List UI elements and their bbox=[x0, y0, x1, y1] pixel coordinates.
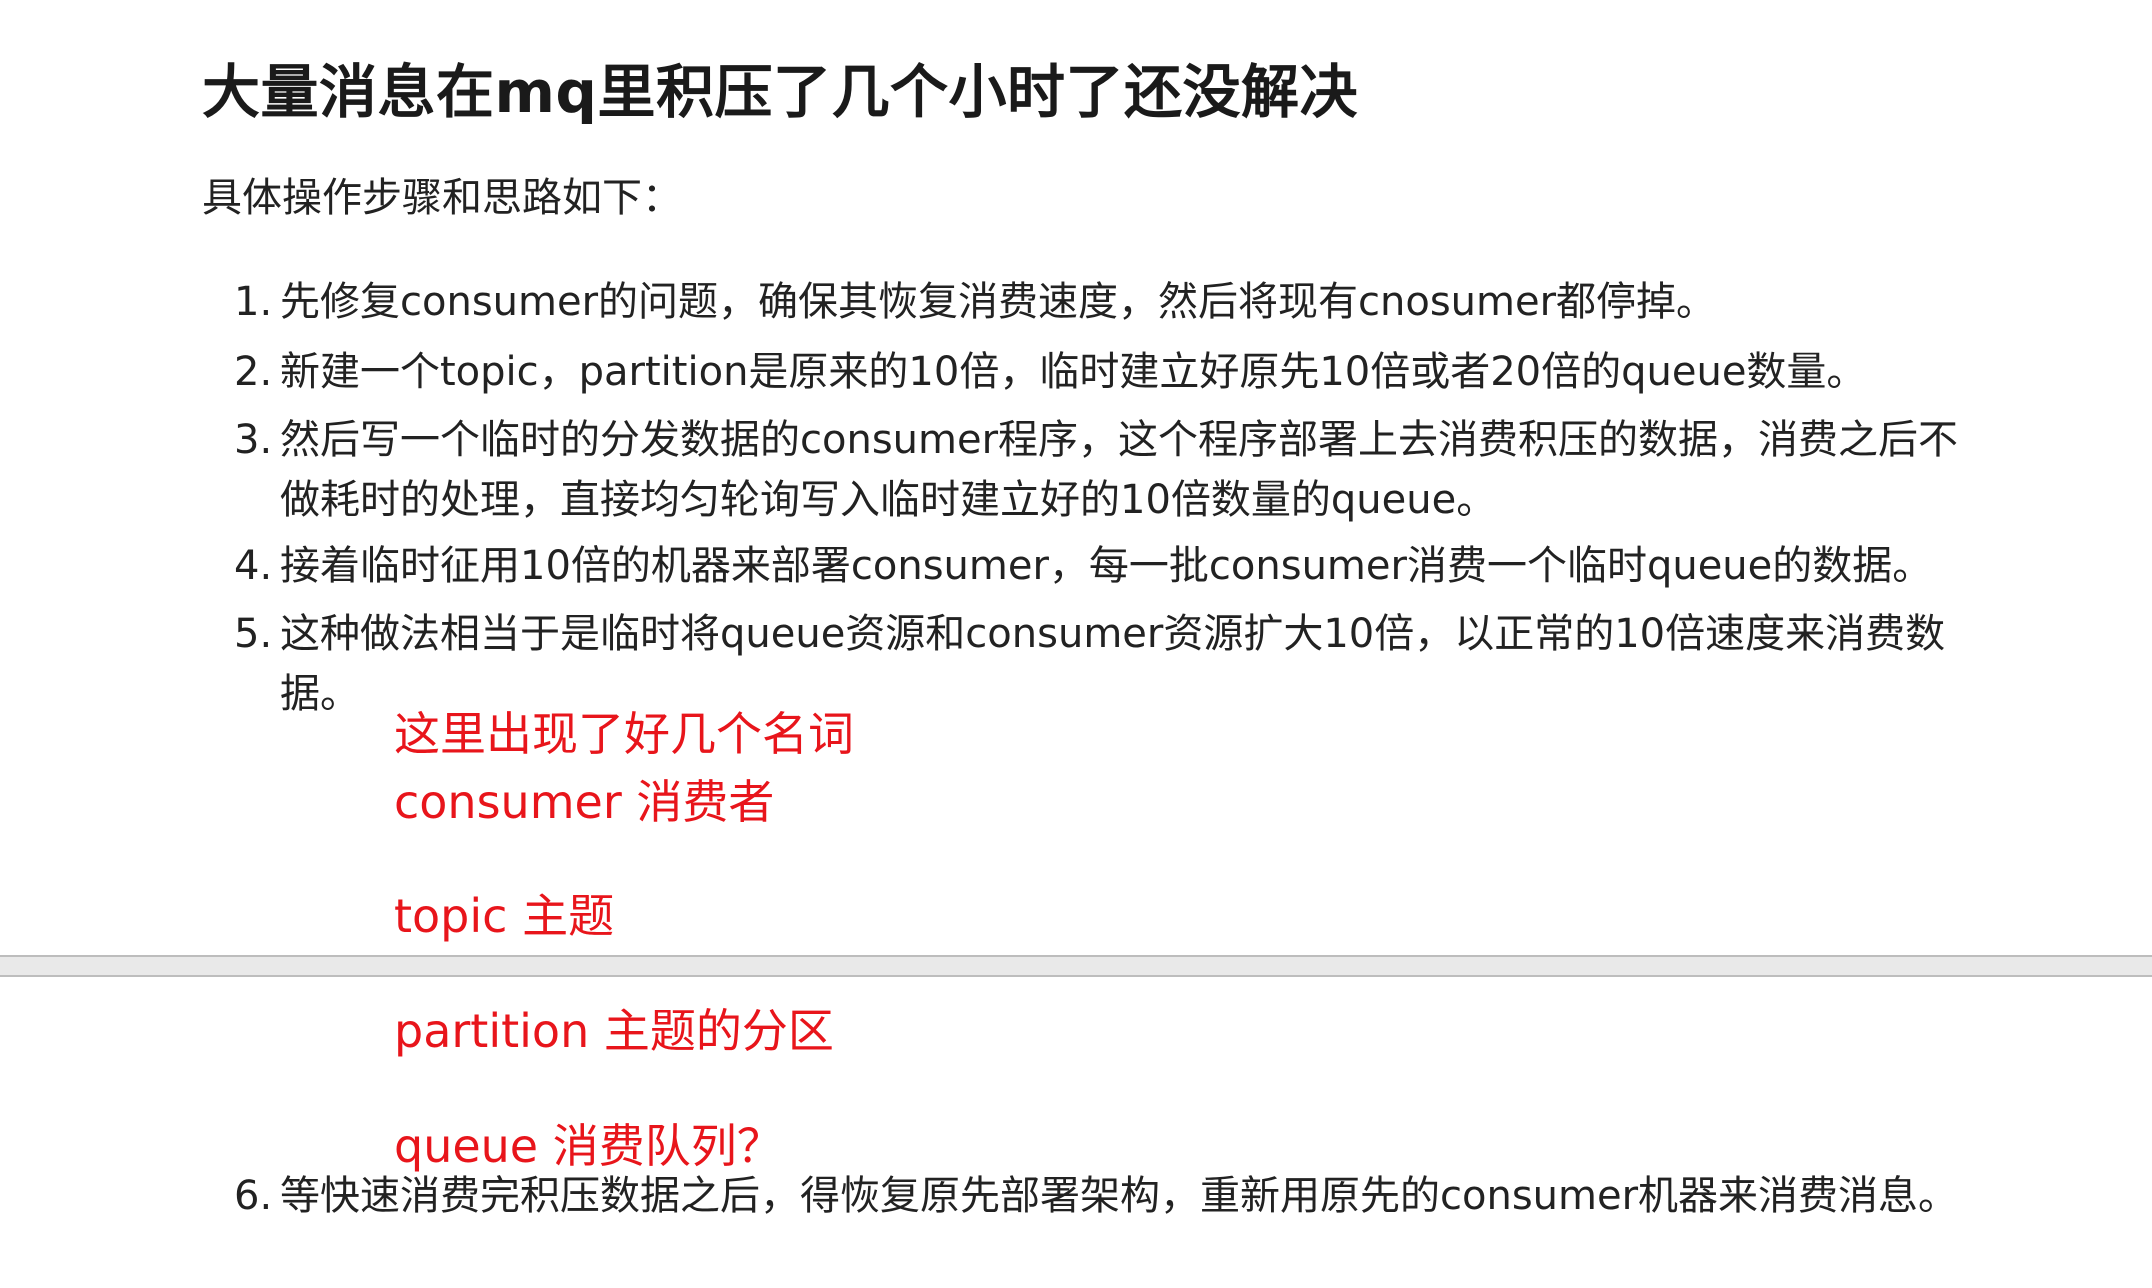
list-item: 4. 接着临时征用10倍的机器来部署consumer，每一批consumer消费一… bbox=[234, 536, 1932, 596]
list-item: 2. 新建一个topic，partition是原来的10倍，临时建立好原先10倍或… bbox=[234, 342, 1866, 402]
list-number: 5. bbox=[234, 611, 273, 657]
annotation-heading: 这里出现了好几个名词 bbox=[394, 707, 854, 761]
list-item-text: 这种做法相当于是临时将queue资源和consumer资源扩大10倍，以正常的1… bbox=[280, 611, 1946, 657]
annotation-term-topic: topic 主题 bbox=[394, 889, 615, 943]
list-item: 3. 然后写一个临时的分发数据的consumer程序，这个程序部署上去消费积压的数… bbox=[234, 410, 1958, 530]
list-item: 1. 先修复consumer的问题，确保其恢复消费速度，然后将现有cnosumer… bbox=[234, 272, 1716, 332]
list-item-text: 接着临时征用10倍的机器来部署consumer，每一批consumer消费一个临… bbox=[280, 543, 1933, 589]
list-number: 3. bbox=[234, 417, 273, 463]
annotation-term-partition: partition 主题的分区 bbox=[394, 1004, 834, 1058]
list-item-text: 等快速消费完积压数据之后，得恢复原先部署架构，重新用原先的consumer机器来… bbox=[280, 1173, 1959, 1219]
list-number: 6. bbox=[234, 1173, 273, 1219]
page-break-divider bbox=[0, 955, 2152, 977]
list-number: 4. bbox=[234, 543, 273, 589]
list-number: 1. bbox=[234, 279, 273, 325]
list-number: 2. bbox=[234, 349, 273, 395]
list-item-text: 新建一个topic，partition是原来的10倍，临时建立好原先10倍或者2… bbox=[280, 349, 1867, 395]
annotation-term-consumer: consumer 消费者 bbox=[394, 775, 775, 829]
page-title: 大量消息在mq里积压了几个小时了还没解决 bbox=[202, 58, 1358, 126]
intro-text: 具体操作步骤和思路如下： bbox=[202, 175, 682, 221]
list-item: 6. 等快速消费完积压数据之后，得恢复原先部署架构，重新用原先的consumer机… bbox=[234, 1166, 1958, 1226]
list-item-text: 先修复consumer的问题，确保其恢复消费速度，然后将现有cnosumer都停… bbox=[280, 279, 1717, 325]
list-item-text: 然后写一个临时的分发数据的consumer程序，这个程序部署上去消费积压的数据，… bbox=[280, 417, 1959, 463]
list-item-text-continued: 做耗时的处理，直接均匀轮询写入临时建立好的10倍数量的queue。 bbox=[280, 477, 1497, 523]
